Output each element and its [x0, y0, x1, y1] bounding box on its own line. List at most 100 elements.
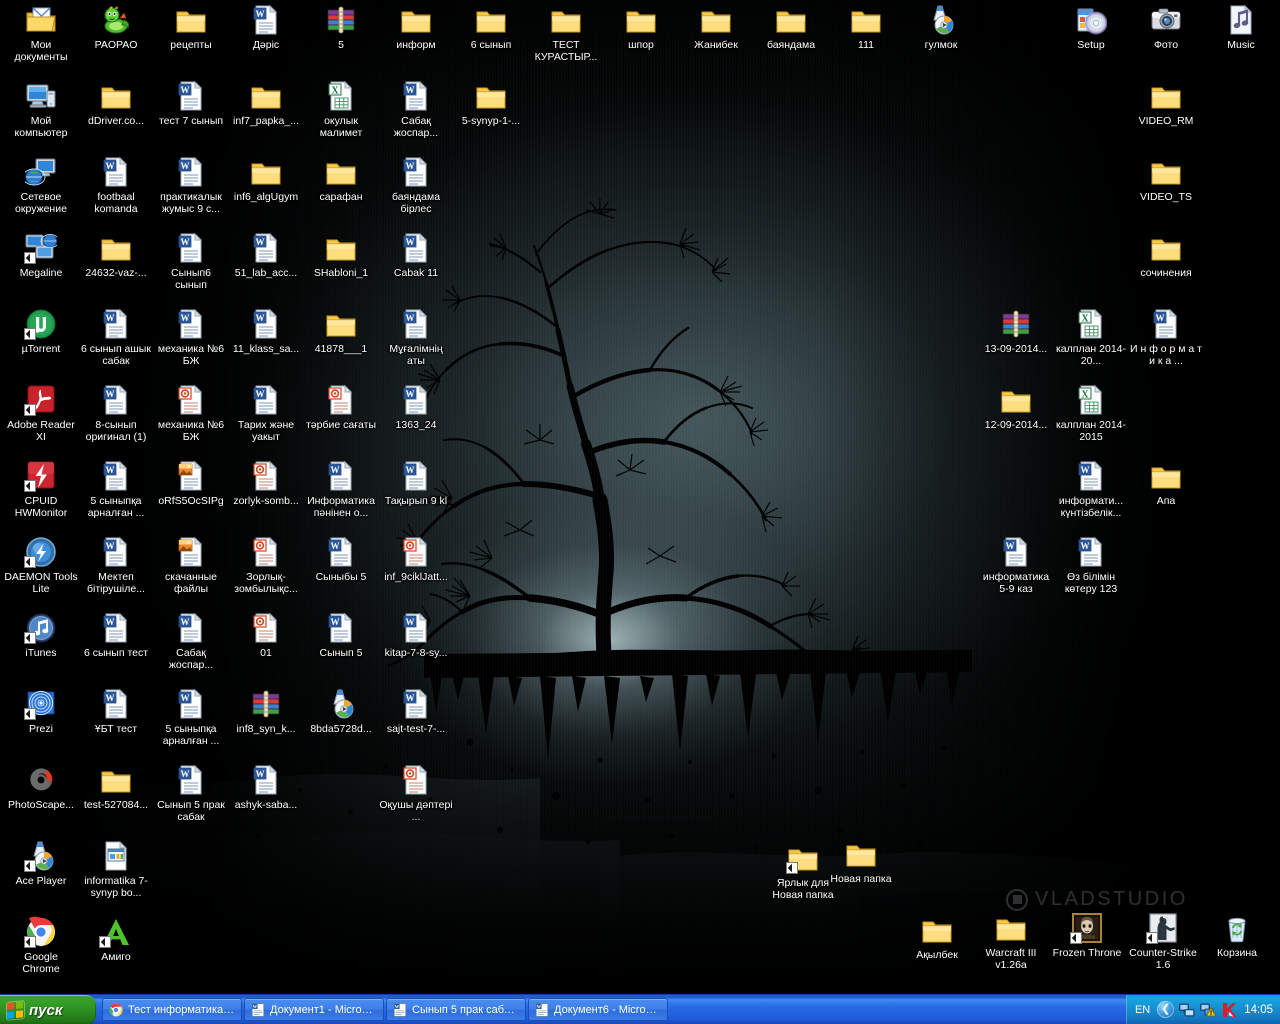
desktop-icon[interactable]: Megaline — [4, 232, 78, 279]
desktop-icon[interactable]: W 6 сынып тест — [79, 612, 153, 659]
desktop-icon[interactable]: сарафан — [304, 156, 378, 203]
desktop-icon[interactable]: Wинформатика 5-9 каз — [979, 536, 1053, 595]
desktop-icon[interactable]: W 5 сыныпқа арналған ... — [79, 460, 153, 519]
desktop-icon[interactable]: Warcraft III v1.26a — [974, 912, 1048, 971]
desktop-icon[interactable]: 111 — [829, 4, 903, 51]
desktop-icon[interactable]: Counter-Strike 1.6 — [1126, 912, 1200, 971]
desktop-icon[interactable]: Ақылбек — [900, 914, 974, 961]
desktop-icon[interactable]: W Сыныбы 5 — [304, 536, 378, 583]
network-connection-icon[interactable] — [1179, 1002, 1195, 1018]
start-button[interactable]: пуск — [0, 995, 96, 1024]
desktop-icon[interactable]: 12-09-2014... — [979, 384, 1053, 431]
desktop-icon[interactable]: W 11_klass_sa... — [229, 308, 303, 355]
desktop[interactable]: VLADSTUDIO Мои документы PAOPAO рецепты W Дә… — [0, 0, 1280, 1024]
desktop-icon[interactable]: W Өз білімін көтеру 123 — [1054, 536, 1128, 595]
desktop-icon[interactable]: W Сынып 5 прак сабак — [154, 764, 228, 823]
system-tray[interactable]: EN ❮ 14:05 — [1125, 995, 1280, 1024]
desktop-icon[interactable]: Frozen Throne — [1050, 912, 1124, 959]
desktop-icon[interactable]: W 6 сынып ашык сабак — [79, 308, 153, 367]
desktop-icon[interactable]: inf6_algUgym — [229, 156, 303, 203]
desktop-icon[interactable]: PhotoScape... — [4, 764, 78, 811]
desktop-icon[interactable]: DAEMON Tools Lite — [4, 536, 78, 595]
language-indicator[interactable]: EN — [1135, 1004, 1152, 1016]
desktop-icon[interactable]: W 1363_24 — [379, 384, 453, 431]
desktop-icon[interactable]: oRfS5OcSIPg — [154, 460, 228, 507]
taskbar-window-button[interactable]: W Документ1 - Microso... — [244, 998, 384, 1021]
desktop-icon[interactable]: Ace Player — [4, 840, 78, 887]
desktop-icon[interactable]: W Сабақ жоспар... — [154, 612, 228, 671]
desktop-icon[interactable]: VIDEO_TS — [1129, 156, 1203, 203]
desktop-icon[interactable]: информ — [379, 4, 453, 51]
desktop-icon[interactable]: CPUID HWMonitor — [4, 460, 78, 519]
desktop-icon[interactable]: Washyk-saba... — [229, 764, 303, 811]
taskbar-clock[interactable]: 14:05 — [1242, 1004, 1273, 1016]
desktop-icon[interactable]: inf8_syn_k... — [229, 688, 303, 735]
desktop-icon[interactable]: informatika 7-synyp bo... — [79, 840, 153, 899]
desktop-icon[interactable]: zorlyk-somb... — [229, 460, 303, 507]
desktop-icon[interactable]: Сетевое окружение — [4, 156, 78, 215]
desktop-icon[interactable]: test-527084... — [79, 764, 153, 811]
desktop-icon[interactable]: inf_9ciklJatt... — [379, 536, 453, 583]
desktop-icon[interactable]: dDriver.co... — [79, 80, 153, 127]
desktop-icon[interactable]: Prezi — [4, 688, 78, 735]
desktop-icon[interactable]: SHabloni_1 — [304, 232, 378, 279]
desktop-icon[interactable]: Апа — [1129, 460, 1203, 507]
desktop-icon[interactable]: Google Chrome — [4, 916, 78, 975]
desktop-icon[interactable]: рецепты — [154, 4, 228, 51]
desktop-icon[interactable]: Жанибек — [679, 4, 753, 51]
desktop-icon[interactable]: 6 сынып — [454, 4, 528, 51]
desktop-icon[interactable]: Wтест 7 сынып — [154, 80, 228, 127]
desktop-icon[interactable]: 5-synyp-1-... — [454, 80, 528, 127]
desktop-icon[interactable]: PAOPAO — [79, 4, 153, 51]
desktop-icon[interactable]: Setup — [1054, 4, 1128, 51]
desktop-icon[interactable]: µTorrent — [4, 308, 78, 355]
show-hidden-icons-button[interactable]: ❮ — [1157, 1001, 1175, 1018]
desktop-icon[interactable]: гулмок — [904, 4, 978, 51]
desktop-icon[interactable]: Xокулык малимет — [304, 80, 378, 139]
desktop-icon[interactable]: Wfootbaal komanda — [79, 156, 153, 215]
desktop-icon[interactable]: W Тарих және уакыт — [229, 384, 303, 443]
taskbar-window-button[interactable]: W Сынып 5 прак сабак... — [386, 998, 526, 1021]
desktop-icon[interactable]: W Сынып6 сынып — [154, 232, 228, 291]
desktop-icon[interactable]: W Cabak 11 — [379, 232, 453, 279]
desktop-icon[interactable]: сочинения — [1129, 232, 1203, 279]
desktop-icon[interactable]: скачанные файлы — [154, 536, 228, 595]
desktop-icon[interactable]: 01 — [229, 612, 303, 659]
desktop-icon[interactable]: W Мұғалімнің аты — [379, 308, 453, 367]
desktop-icon[interactable]: W Тақырып 9 kl — [379, 460, 453, 507]
desktop-icon[interactable]: баяндама — [754, 4, 828, 51]
desktop-icon[interactable]: 13-09-2014... — [979, 308, 1053, 355]
desktop-icon[interactable]: inf7_papka_... — [229, 80, 303, 127]
desktop-icon[interactable]: Adobe Reader XI — [4, 384, 78, 443]
desktop-icon[interactable]: Xкалплан 2014-20... — [1054, 308, 1128, 367]
desktop-icon[interactable]: Wпрактикалык жумыс 9 с... — [154, 156, 228, 215]
desktop-icon[interactable]: Wмеханика №6 БЖ — [154, 308, 228, 367]
taskbar-window-buttons[interactable]: Тест информатика 5... W Документ1 - Micros… — [96, 995, 1126, 1024]
desktop-icon[interactable]: 5 — [304, 4, 378, 51]
desktop-icon[interactable]: ТЕСТ КУРАСТЫР... — [529, 4, 603, 63]
desktop-icon[interactable]: W Дәріс — [229, 4, 303, 51]
desktop-icon[interactable]: Music — [1204, 4, 1278, 51]
desktop-icon[interactable]: Зорлық-зомбылықс... — [229, 536, 303, 595]
desktop-icon[interactable]: Wинформати... күнтізбелік... — [1054, 460, 1128, 519]
desktop-icon[interactable]: Новая папка — [824, 838, 898, 885]
desktop-icon[interactable]: VIDEO_RM — [1129, 80, 1203, 127]
desktop-icon[interactable]: Wsajt-test-7-... — [379, 688, 453, 735]
taskbar-window-button[interactable]: Тест информатика 5... — [102, 998, 242, 1021]
desktop-icon[interactable]: W Сынып 5 — [304, 612, 378, 659]
desktop-icon[interactable]: W И н ф о р м а т и к а ... — [1129, 308, 1203, 367]
network-warning-icon[interactable] — [1200, 1002, 1217, 1018]
desktop-icon[interactable]: Корзина — [1200, 912, 1274, 959]
desktop-icon[interactable]: Мой компьютер — [4, 80, 78, 139]
desktop-icon[interactable]: W Информатика пәнінен о... — [304, 460, 378, 519]
desktop-icon[interactable]: Xкалплан 2014-2015 — [1054, 384, 1128, 443]
taskbar-window-button[interactable]: W Документ6 - Microso... — [528, 998, 668, 1021]
desktop-icon[interactable]: W 51_lab_acc... — [229, 232, 303, 279]
desktop-icon[interactable]: 41878___1 — [304, 308, 378, 355]
desktop-icon[interactable]: W ҰБТ тест — [79, 688, 153, 735]
desktop-icon[interactable]: Амиго — [79, 916, 153, 963]
desktop-icon[interactable]: iTunes — [4, 612, 78, 659]
desktop-icon[interactable]: W 8-сынып оригинал (1) — [79, 384, 153, 443]
desktop-icon[interactable]: тәрбие сағаты — [304, 384, 378, 431]
desktop-icon[interactable]: шпор — [604, 4, 678, 51]
